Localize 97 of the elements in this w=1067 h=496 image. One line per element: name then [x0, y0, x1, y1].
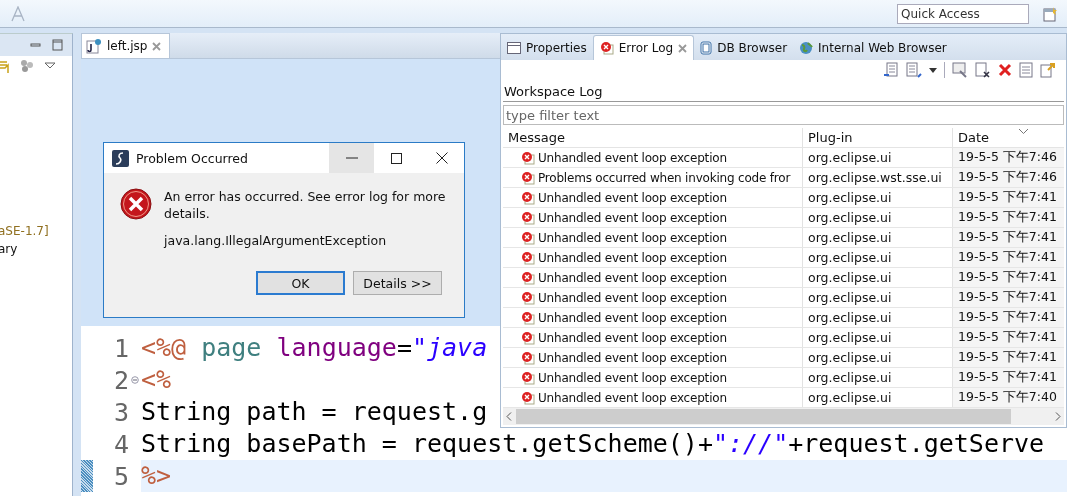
maximize-icon	[391, 152, 402, 164]
jsp-file-icon	[86, 38, 102, 54]
code-line: %>	[141, 460, 172, 492]
line-number: 5	[112, 461, 130, 491]
error-icon	[599, 41, 614, 55]
code-line: <%@ page language="java	[141, 332, 488, 364]
open-log-icon[interactable]	[952, 62, 968, 78]
globe-icon	[799, 41, 814, 55]
table-cell: 19-5-5 下午7:41	[953, 368, 1064, 387]
export-log-icon[interactable]	[883, 62, 899, 78]
delete-icon[interactable]	[998, 63, 1012, 77]
code-line: <%	[141, 364, 172, 396]
minimize-icon	[345, 157, 358, 159]
table-cell: 19-5-5 下午7:41	[953, 208, 1064, 227]
error-entry-icon	[521, 330, 535, 345]
error-entry-icon	[521, 390, 535, 405]
column-header[interactable]: Date	[953, 128, 1064, 147]
import-log-icon[interactable]	[906, 62, 922, 78]
horizontal-scrollbar[interactable]	[503, 408, 1064, 425]
document-icon[interactable]	[1019, 62, 1033, 78]
table-cell: 19-5-5 下午7:41	[953, 348, 1064, 367]
table-cell: Unhandled event loop exception	[538, 250, 727, 265]
database-icon	[700, 41, 713, 55]
close-icon[interactable]	[678, 43, 688, 53]
sort-icon[interactable]	[1019, 129, 1028, 134]
quick-access-field[interactable]: Quick Access	[897, 3, 1029, 24]
error-entry-icon	[521, 210, 535, 225]
table-cell: Unhandled event loop exception	[538, 190, 727, 205]
table-cell: Unhandled event loop exception	[538, 230, 727, 245]
filter-field[interactable]: type filter text	[503, 105, 1064, 125]
table-cell: Unhandled event loop exception	[538, 390, 727, 405]
error-entry-icon	[521, 150, 535, 165]
code-line: String basePath = request.getScheme()+"://"+request.getServe	[141, 428, 1045, 460]
table-cell: Unhandled event loop exception	[538, 370, 727, 385]
scroll-right-icon[interactable]	[1055, 412, 1061, 421]
minimize-icon[interactable]	[30, 40, 42, 50]
log-title: Workspace Log	[503, 80, 1064, 102]
dialog-button[interactable]: OK	[256, 271, 345, 295]
scroll-left-icon[interactable]	[506, 412, 512, 421]
table-cell: Unhandled event loop exception	[538, 330, 727, 345]
error-entry-icon	[521, 190, 535, 205]
view-tab[interactable]: Properties	[501, 36, 593, 60]
error-entry-icon	[521, 310, 535, 325]
editor-tab[interactable]: left.jsp	[81, 33, 171, 58]
column-header[interactable]: Message	[503, 128, 803, 147]
table-cell: Unhandled event loop exception	[538, 270, 727, 285]
cluster-icon[interactable]	[20, 59, 34, 73]
table-cell: Unhandled event loop exception	[538, 350, 727, 365]
table-cell: Unhandled event loop exception	[538, 210, 727, 225]
table-cell: Unhandled event loop exception	[538, 290, 727, 305]
error-entry-icon	[521, 350, 535, 365]
properties-icon	[507, 42, 521, 54]
error-message: An error has occurred. See error log for more details.	[164, 188, 447, 222]
table-cell: Problems occurred when invoking code fror	[538, 170, 791, 185]
dialog-button[interactable]: Details >>	[353, 271, 442, 295]
error-entry-icon	[521, 270, 535, 285]
dropdown-icon[interactable]	[44, 62, 56, 70]
close-icon	[435, 152, 448, 164]
column-header[interactable]: Plug-in	[803, 128, 953, 147]
dropdown-icon[interactable]	[929, 67, 937, 73]
table-cell: 19-5-5 下午7:40	[953, 388, 1064, 407]
app-icon	[112, 149, 129, 167]
table-cell: 19-5-5 下午7:41	[953, 228, 1064, 247]
dialog-title: Problem Occurred	[136, 150, 249, 166]
collapse-icon[interactable]	[131, 376, 139, 384]
table-cell: 19-5-5 下午7:41	[953, 328, 1064, 347]
view-tab[interactable]: Internal Web Browser	[793, 36, 953, 60]
error-icon	[120, 188, 152, 220]
error-entry-icon	[521, 230, 535, 245]
line-number: 3	[112, 397, 130, 427]
clear-log-icon[interactable]	[975, 62, 991, 78]
table-cell: 19-5-5 下午7:41	[953, 308, 1064, 327]
restore-log-icon[interactable]	[1040, 62, 1056, 78]
table-cell: 19-5-5 下午7:41	[953, 248, 1064, 267]
table-cell: 19-5-5 下午7:46	[953, 168, 1064, 187]
table-cell: Unhandled event loop exception	[538, 310, 727, 325]
table-cell: 19-5-5 下午7:41	[953, 188, 1064, 207]
error-entry-icon	[521, 370, 535, 385]
code-line: String path = request.g	[141, 396, 488, 428]
error-entry-icon	[521, 170, 535, 185]
perspective-icon[interactable]	[1043, 5, 1059, 22]
line-number: 2	[112, 365, 130, 395]
line-number: 1	[112, 333, 130, 363]
exception-text: java.lang.IllegalArgumentException	[164, 233, 388, 248]
table-cell: 19-5-5 下午7:41	[953, 288, 1064, 307]
line-number: 4	[112, 429, 130, 459]
change-marker	[81, 460, 93, 492]
table-cell: 19-5-5 下午7:46	[953, 148, 1064, 167]
error-entry-icon	[521, 250, 535, 265]
maximize-icon[interactable]	[52, 39, 64, 51]
close-icon[interactable]	[152, 41, 162, 51]
view-tab[interactable]: Error Log	[592, 35, 695, 60]
table-cell: 19-5-5 下午7:41	[953, 268, 1064, 287]
table-cell: Unhandled event loop exception	[538, 150, 727, 165]
letter-a-icon[interactable]	[10, 5, 26, 22]
view-tab[interactable]: DB Browser	[694, 36, 794, 60]
error-entry-icon	[521, 290, 535, 305]
